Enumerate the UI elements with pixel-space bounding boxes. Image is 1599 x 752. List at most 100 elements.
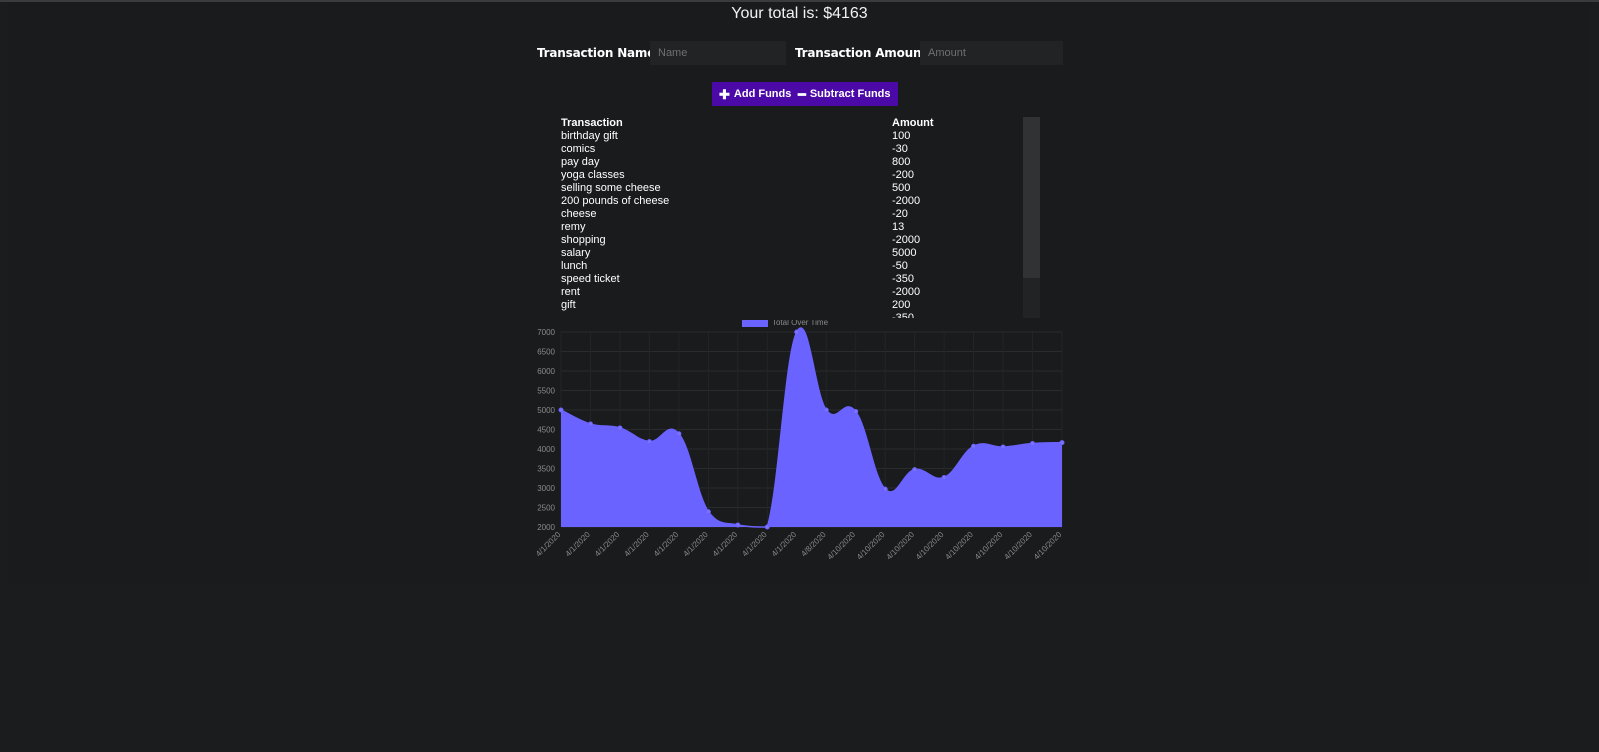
y-tick-label: 2500 — [537, 504, 555, 513]
add-funds-label: Add Funds — [733, 88, 792, 100]
x-tick-label: 4/10/2020 — [855, 530, 887, 562]
transaction-name-label: Transaction Name: — [537, 46, 660, 60]
x-tick-label: 4/10/2020 — [914, 530, 946, 562]
y-tick-label: 5000 — [537, 406, 555, 415]
table-row: pay day 800 — [561, 156, 934, 169]
x-tick-label: 4/1/2020 — [534, 530, 563, 559]
table-row: comics -30 — [561, 143, 934, 156]
data-point — [735, 522, 741, 528]
transaction-name-cell: yoga classes — [561, 169, 625, 181]
x-tick-label: 4/8/2020 — [799, 530, 828, 559]
y-tick-label: 4000 — [537, 445, 555, 454]
transaction-name-cell: cheese — [561, 208, 597, 220]
table-row: rent -2000 — [561, 286, 934, 299]
column-header-transaction: Transaction — [561, 117, 623, 129]
data-point — [1000, 444, 1006, 450]
x-tick-label: 4/1/2020 — [622, 530, 651, 559]
column-header-amount: Amount — [892, 117, 934, 129]
transaction-name-cell — [561, 312, 892, 318]
total-over-time-chart: 2000 2500 3000 3500 4000 4500 5000 5500 6000 6500… — [534, 320, 1065, 562]
transaction-amount-cell: -30 — [892, 143, 908, 155]
transaction-name-cell: shopping — [561, 234, 606, 246]
transaction-name-cell: gift — [561, 299, 576, 311]
table-header-row: Transaction Amount — [561, 117, 934, 130]
transaction-amount-cell: 13 — [892, 221, 905, 233]
transaction-name-cell: salary — [561, 247, 591, 259]
subtract-funds-label: Subtract Funds — [809, 88, 891, 100]
transaction-amount-label: Transaction Amount: — [795, 46, 932, 60]
transaction-name-cell: speed ticket — [561, 273, 620, 285]
legend-swatch — [742, 320, 768, 327]
transaction-amount-cell: -350 — [892, 312, 915, 318]
data-point — [794, 329, 800, 335]
transaction-name-cell: lunch — [561, 260, 588, 272]
transaction-amount-cell: 100 — [892, 130, 911, 142]
data-point — [617, 425, 623, 431]
transaction-amount-cell: -350 — [892, 273, 915, 285]
transaction-name-cell: comics — [561, 143, 596, 155]
subtract-funds-button[interactable]: ━ Subtract Funds — [791, 82, 898, 106]
transaction-amount-cell: 800 — [892, 156, 911, 168]
transaction-name-cell: 200 pounds of cheese — [561, 195, 670, 207]
data-point — [705, 509, 711, 515]
data-point — [558, 407, 564, 413]
transaction-amount-cell: 200 — [892, 299, 911, 311]
data-point — [646, 439, 652, 445]
data-point — [764, 524, 770, 530]
total-display: Your total is: $4163 — [731, 5, 868, 22]
x-tick-label: 4/1/2020 — [681, 530, 710, 559]
minus-icon: ━ — [798, 86, 806, 102]
data-point — [941, 474, 947, 480]
transactions-table: Transaction Amount birthday gift 100 comic… — [561, 117, 934, 318]
transaction-form: Transaction Name: Transaction Amount: — [537, 41, 1063, 65]
table-row: -350 — [561, 312, 934, 318]
data-point — [823, 407, 829, 413]
transaction-amount-cell: 500 — [892, 182, 911, 194]
x-tick-label: 4/1/2020 — [564, 530, 593, 559]
transaction-amount-cell: -2000 — [892, 234, 921, 246]
x-tick-label: 4/10/2020 — [826, 530, 858, 562]
table-row: remy 13 — [561, 221, 934, 234]
x-tick-label: 4/1/2020 — [652, 530, 681, 559]
table-row: yoga classes -200 — [561, 169, 934, 182]
x-tick-label: 4/10/2020 — [1002, 530, 1034, 562]
table-row: speed ticket -350 — [561, 273, 934, 286]
table-row: selling some cheese 500 — [561, 182, 934, 195]
add-funds-button[interactable]: ✚ Add Funds — [712, 82, 799, 106]
transaction-name-cell: remy — [561, 221, 586, 233]
table-scrollbar-thumb[interactable] — [1023, 117, 1040, 278]
data-point — [587, 421, 593, 427]
data-point — [1059, 440, 1065, 446]
transaction-name-cell: selling some cheese — [561, 182, 661, 194]
y-tick-label: 4500 — [537, 426, 555, 435]
y-tick-label: 3000 — [537, 484, 555, 493]
x-tick-label: 4/10/2020 — [885, 530, 917, 562]
table-row: cheese -20 — [561, 208, 934, 221]
legend-label: Total Over Time — [772, 320, 829, 327]
transaction-amount-cell: -2000 — [892, 286, 921, 298]
data-point — [882, 486, 888, 492]
x-tick-label: 4/1/2020 — [740, 530, 769, 559]
transaction-amount-cell: -2000 — [892, 195, 921, 207]
table-row: lunch -50 — [561, 260, 934, 273]
transaction-amount-input[interactable] — [920, 41, 1063, 65]
transaction-name-cell: rent — [561, 286, 580, 298]
data-point — [676, 431, 682, 437]
table-row: birthday gift 100 — [561, 130, 934, 143]
y-tick-label: 2000 — [537, 523, 555, 532]
transaction-amount-cell: -50 — [892, 260, 908, 272]
data-point — [912, 467, 918, 473]
x-tick-label: 4/1/2020 — [770, 530, 799, 559]
transactions-table-container[interactable]: Transaction Amount birthday gift 100 comic… — [540, 117, 1041, 318]
x-tick-label: 4/10/2020 — [1032, 530, 1064, 562]
table-row: gift 200 — [561, 299, 934, 312]
transaction-name-input[interactable] — [650, 41, 786, 65]
data-point — [1030, 441, 1036, 447]
plus-icon: ✚ — [719, 86, 730, 102]
y-tick-label: 6000 — [537, 367, 555, 376]
y-tick-label: 7000 — [537, 328, 555, 337]
x-tick-label: 4/1/2020 — [711, 530, 740, 559]
y-tick-label: 6500 — [537, 348, 555, 357]
x-tick-label: 4/10/2020 — [943, 530, 975, 562]
data-point — [853, 409, 859, 415]
